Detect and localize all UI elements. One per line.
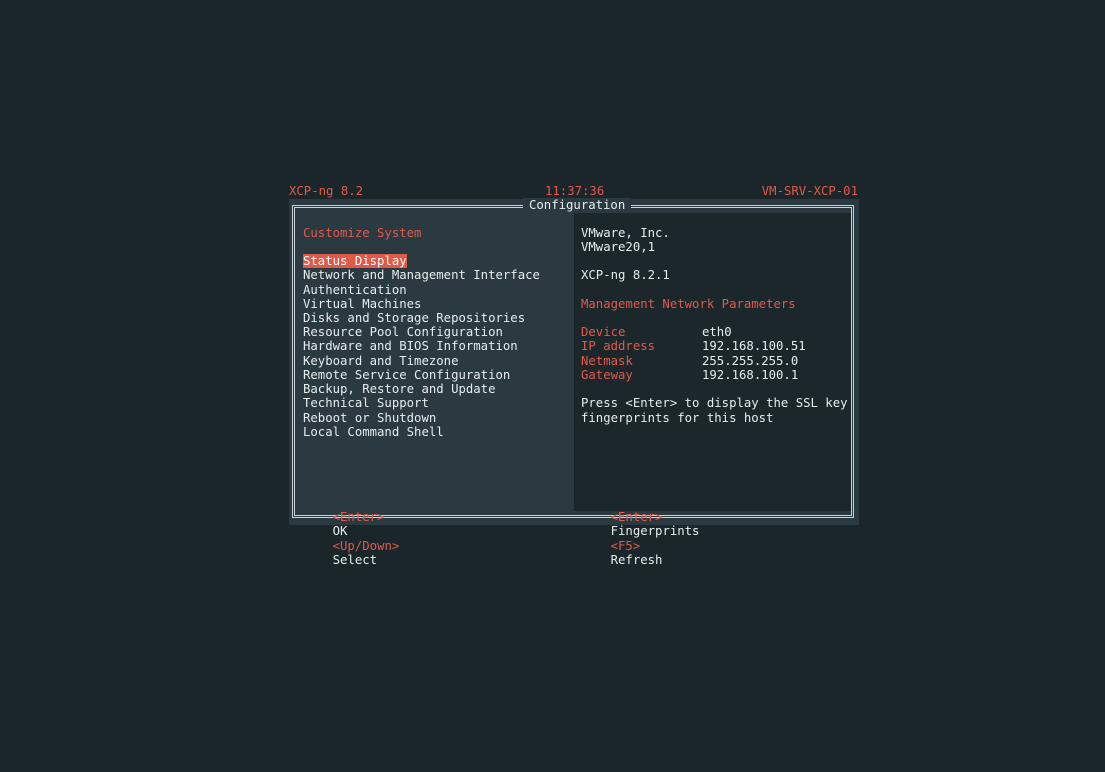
param-key-device: Device bbox=[581, 325, 626, 339]
menu-item-resource-pool[interactable]: Resource Pool Configuration bbox=[303, 325, 503, 339]
menu-item-authentication[interactable]: Authentication bbox=[303, 283, 407, 297]
menu-item-local-shell[interactable]: Local Command Shell bbox=[303, 425, 444, 439]
console-screen: XCP-ng 8.2 11:37:36 VM-SRV-XCP-01 Config… bbox=[0, 0, 1105, 772]
param-value-ip: 192.168.100.51 bbox=[702, 339, 806, 353]
system-model: VMware20,1 bbox=[581, 240, 656, 254]
menu-item-hardware-bios[interactable]: Hardware and BIOS Information bbox=[303, 339, 518, 353]
param-key-netmask: Netmask bbox=[581, 354, 633, 368]
system-vendor: VMware, Inc. bbox=[581, 226, 670, 240]
hint-key-enter: <Enter> bbox=[332, 510, 385, 525]
menu-item-backup-restore[interactable]: Backup, Restore and Update bbox=[303, 382, 496, 396]
menu-item-network[interactable]: Network and Management Interface bbox=[303, 268, 540, 282]
menu-item-reboot-shutdown[interactable]: Reboot or Shutdown bbox=[303, 411, 436, 425]
hint-label-select: Select bbox=[332, 552, 378, 567]
top-status-bar: XCP-ng 8.2 11:37:36 VM-SRV-XCP-01 bbox=[289, 184, 858, 198]
param-key-gateway: Gateway bbox=[581, 368, 633, 382]
menu-item-remote-service[interactable]: Remote Service Configuration bbox=[303, 368, 510, 382]
product-version: XCP-ng 8.2 bbox=[289, 184, 364, 198]
info-footer-hints: <Enter> Fingerprints <F5> Refresh bbox=[581, 496, 700, 581]
param-value-netmask: 255.255.255.0 bbox=[702, 354, 799, 368]
hint-label-refresh: Refresh bbox=[610, 552, 663, 567]
info-message-line-2: fingerprints for this host bbox=[581, 411, 774, 425]
hint-label-fingerprints: Fingerprints bbox=[610, 524, 700, 539]
hint-key-f5: <F5> bbox=[610, 538, 641, 553]
menu-item-virtual-machines[interactable]: Virtual Machines bbox=[303, 297, 421, 311]
hint-key-up-down: <Up/Down> bbox=[332, 538, 400, 553]
menu-title: Customize System bbox=[303, 226, 422, 240]
hostname: VM-SRV-XCP-01 bbox=[761, 184, 858, 198]
hint-label-ok: OK bbox=[332, 524, 348, 539]
hint-key-enter-fingerprints: <Enter> bbox=[610, 510, 663, 525]
param-value-device: eth0 bbox=[702, 325, 732, 339]
network-section-title: Management Network Parameters bbox=[581, 297, 796, 311]
clock: 11:37:36 bbox=[545, 184, 605, 198]
menu-item-status-display[interactable]: Status Display bbox=[303, 254, 407, 269]
param-value-gateway: 192.168.100.1 bbox=[702, 368, 799, 382]
menu-footer-hints: <Enter> OK <Up/Down> Select bbox=[303, 496, 400, 581]
dialog-title: Configuration bbox=[523, 198, 632, 213]
menu-item-technical-support[interactable]: Technical Support bbox=[303, 396, 429, 410]
menu-item-disks-storage[interactable]: Disks and Storage Repositories bbox=[303, 311, 525, 325]
menu-item-keyboard-timezone[interactable]: Keyboard and Timezone bbox=[303, 354, 458, 368]
system-version: XCP-ng 8.2.1 bbox=[581, 268, 670, 282]
param-key-ip: IP address bbox=[581, 339, 656, 353]
info-message-line-1: Press <Enter> to display the SSL key bbox=[581, 396, 848, 410]
